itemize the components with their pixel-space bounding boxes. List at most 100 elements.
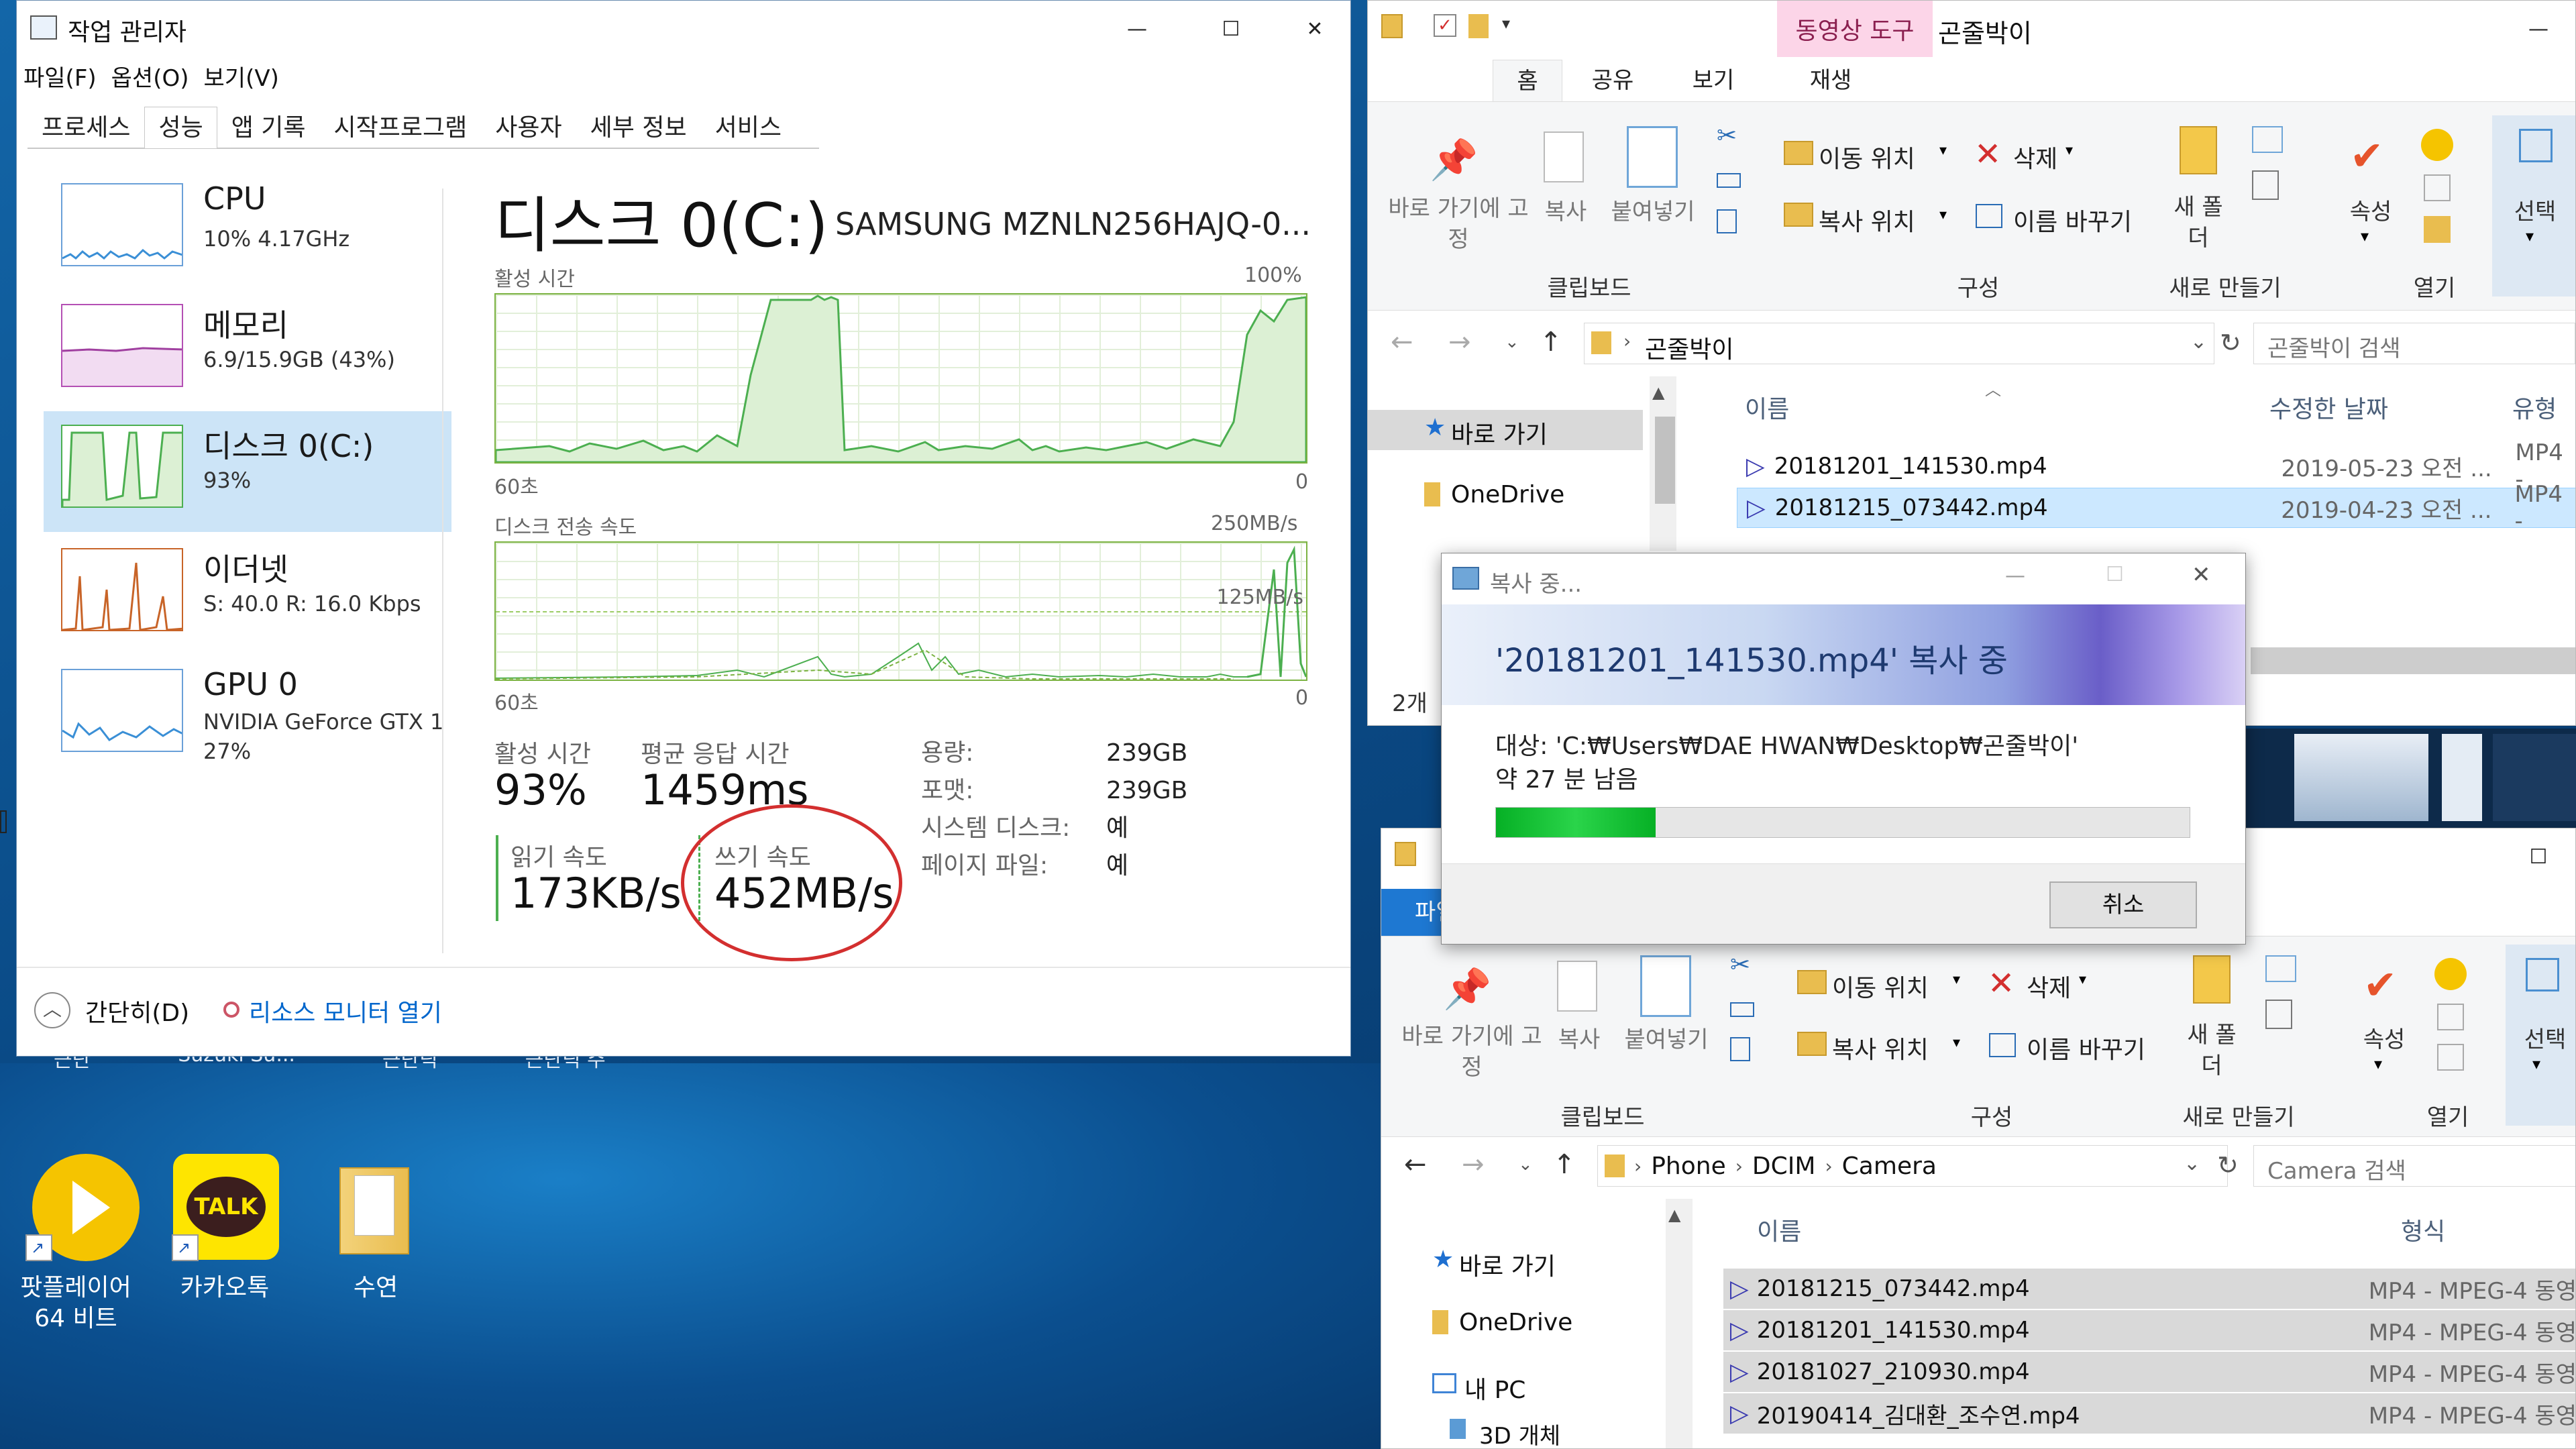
file-row[interactable]: ▷ 20181201_141530.mp4 2019-05-23 오전 ... … <box>1737 439 2575 493</box>
recent-dropdown-icon[interactable]: ⌄ <box>1518 1155 1533 1175</box>
easy-access-icon[interactable] <box>2265 1000 2292 1029</box>
edit-icon[interactable] <box>2437 1004 2464 1030</box>
recent-dropdown-icon[interactable]: ⌄ <box>1505 332 1519 352</box>
column-type[interactable]: 유형 <box>2512 390 2557 425</box>
sidebar-item-ethernet[interactable]: 이더넷 S: 40.0 R: 16.0 Kbps <box>44 535 451 654</box>
desktop-icon-kakaotalk[interactable]: TALK ↗ 카카오톡 <box>168 1154 282 1301</box>
easy-access-icon[interactable] <box>2252 170 2279 200</box>
edit-icon[interactable] <box>2424 174 2451 201</box>
nav-item-quick-access[interactable]: 바로 가기 <box>1451 415 1548 450</box>
minimize-button[interactable]: — <box>2502 1 2575 57</box>
maximize-button[interactable]: ☐ <box>2106 563 2124 586</box>
tab-startup[interactable]: 시작프로그램 <box>320 107 482 148</box>
qat-dropdown-icon[interactable]: ▾ <box>1502 14 1510 33</box>
breadcrumb-item[interactable]: 곤줄박이 <box>1645 330 1733 365</box>
tab-processes[interactable]: 프로세스 <box>28 107 144 148</box>
minimize-button[interactable]: — <box>2005 564 2025 588</box>
open-icon[interactable] <box>2434 958 2467 990</box>
nav-item-onedrive[interactable]: OneDrive <box>1459 1309 1572 1336</box>
sidebar-item-gpu[interactable]: GPU 0 NVIDIA GeForce GTX 1 27% <box>44 655 451 790</box>
breadcrumb-item[interactable]: DCIM <box>1752 1152 1816 1180</box>
tab-users[interactable]: 사용자 <box>481 107 576 148</box>
minimize-button[interactable]: — <box>1090 1 1184 57</box>
up-arrow-icon[interactable]: ↑ <box>1540 327 1562 358</box>
menu-file[interactable]: 파일(F) <box>23 60 97 95</box>
copy-path-icon[interactable] <box>1730 1002 1754 1017</box>
close-button[interactable]: ✕ <box>2192 561 2211 588</box>
copy-to-button[interactable]: 복사 위치 <box>1832 1030 1929 1065</box>
pin-button[interactable]: 바로 가기에 고정 <box>1381 193 1536 255</box>
resource-monitor-link[interactable]: 리소스 모니터 열기 <box>249 994 442 1028</box>
select-button[interactable]: 선택 <box>2508 1021 2575 1054</box>
open-icon[interactable] <box>2421 129 2453 161</box>
column-name[interactable]: 이름 <box>1757 1212 1801 1247</box>
forward-arrow-icon[interactable]: → <box>1448 327 1471 358</box>
folder-icon[interactable] <box>1468 14 1489 38</box>
close-button[interactable]: ✕ <box>1278 1 1350 57</box>
sidebar-item-disk[interactable]: 디스크 0(C:) 93% <box>44 411 451 532</box>
desktop-icon-folder-suyeon[interactable]: 수연 <box>322 1154 429 1301</box>
nav-item-3d-objects[interactable]: 3D 개체 <box>1479 1417 1560 1448</box>
paste-button[interactable]: 붙여넣기 <box>1616 1021 1717 1054</box>
tab-play[interactable]: 재생 <box>1764 60 1898 101</box>
move-to-button[interactable]: 이동 위치 <box>1832 969 1929 1004</box>
tab-home[interactable]: 홈 <box>1493 60 1562 101</box>
simple-view-link[interactable]: 간단히(D) <box>85 994 189 1028</box>
copy-button[interactable]: 복사 <box>1536 193 1596 226</box>
nav-item-quick-access[interactable]: 바로 가기 <box>1459 1247 1556 1282</box>
rename-button[interactable]: 이름 바꾸기 <box>2013 203 2132 237</box>
pin-button[interactable]: 바로 가기에 고정 <box>1395 1021 1549 1083</box>
file-row-selected[interactable]: ▷ 20181027_210930.mp4 MP4 - MPEG-4 동영 <box>1723 1352 2575 1392</box>
maximize-button[interactable]: ☐ <box>1184 1 1278 57</box>
column-type[interactable]: 형식 <box>2401 1212 2445 1247</box>
chevron-up-icon[interactable]: ︿ <box>34 992 70 1028</box>
copy-path-icon[interactable] <box>1717 173 1741 188</box>
scroll-up-icon[interactable]: ▲ <box>1668 1205 1680 1224</box>
search-input[interactable]: Camera 검색 <box>2253 1145 2575 1187</box>
cut-icon[interactable]: ✂ <box>1717 122 1737 150</box>
tab-performance[interactable]: 성능 <box>144 107 217 148</box>
cancel-button[interactable]: 취소 <box>2049 881 2197 928</box>
sidebar-item-cpu[interactable]: CPU 10% 4.17GHz <box>44 170 451 289</box>
move-to-button[interactable]: 이동 위치 <box>1819 140 1915 174</box>
properties-button[interactable]: 속성 <box>2347 1021 2421 1054</box>
address-bar[interactable]: › Phone › DCIM › Camera <box>1597 1145 2228 1187</box>
new-item-icon[interactable] <box>2252 126 2283 153</box>
rename-button[interactable]: 이름 바꾸기 <box>2027 1030 2145 1065</box>
back-arrow-icon[interactable]: ← <box>1391 327 1413 358</box>
refresh-icon[interactable]: ↻ <box>2217 1150 2239 1180</box>
new-folder-button[interactable]: 새 폴더 <box>2165 192 2232 254</box>
column-name[interactable]: 이름 <box>1745 390 1789 425</box>
tab-services[interactable]: 서비스 <box>701 107 796 148</box>
tab-file[interactable]: 파일 <box>1381 889 1448 936</box>
scrollbar-thumb[interactable] <box>1655 417 1675 504</box>
scroll-up-icon[interactable]: ▲ <box>1652 383 1664 402</box>
up-arrow-icon[interactable]: ↑ <box>1553 1149 1576 1180</box>
tab-details[interactable]: 세부 정보 <box>576 107 701 148</box>
address-bar[interactable]: › 곤줄박이 ⌄ <box>1584 323 2214 364</box>
chevron-down-icon[interactable]: ⌄ <box>2190 330 2207 354</box>
nav-item-onedrive[interactable]: OneDrive <box>1451 481 1564 508</box>
history-icon[interactable] <box>2437 1044 2464 1071</box>
paste-shortcut-icon[interactable] <box>1730 1037 1750 1061</box>
back-arrow-icon[interactable]: ← <box>1404 1149 1427 1180</box>
select-button[interactable]: 선택 <box>2495 193 2575 226</box>
breadcrumb-item[interactable]: Phone <box>1651 1152 1726 1180</box>
horizontal-scrollbar[interactable] <box>2251 647 2575 674</box>
column-date[interactable]: 수정한 날짜 <box>2269 390 2388 425</box>
tab-view[interactable]: 보기 <box>1663 60 1764 101</box>
properties-button[interactable]: 속성 <box>2334 193 2408 226</box>
forward-arrow-icon[interactable]: → <box>1462 1149 1485 1180</box>
new-item-icon[interactable] <box>2265 955 2296 982</box>
copy-button[interactable]: 복사 <box>1549 1021 1609 1054</box>
new-folder-button[interactable]: 새 폴더 <box>2178 1020 2245 1081</box>
refresh-icon[interactable]: ↻ <box>2220 328 2241 358</box>
file-row-selected[interactable]: ▷ 20181201_141530.mp4 MP4 - MPEG-4 동영 <box>1723 1310 2575 1350</box>
search-input[interactable]: 곤줄박이 검색 <box>2253 323 2575 364</box>
sidebar-item-memory[interactable]: 메모리 6.9/15.9GB (43%) <box>44 290 451 410</box>
file-row-selected[interactable]: ▷ 20181215_073442.mp4 MP4 - MPEG-4 동영 <box>1723 1269 2575 1309</box>
paste-button[interactable]: 붙여넣기 <box>1603 193 1703 226</box>
checkbox-icon[interactable]: ✓ <box>1434 14 1456 37</box>
delete-button[interactable]: 삭제 <box>2027 969 2071 1004</box>
file-row-selected[interactable]: ▷ 20181215_073442.mp4 2019-04-23 오전 ... … <box>1737 481 2575 535</box>
